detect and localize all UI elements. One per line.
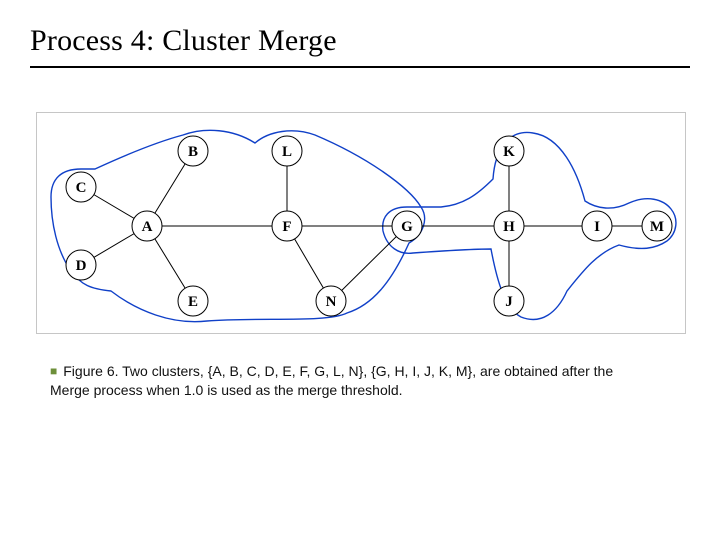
node-label-J: J: [505, 294, 513, 310]
node-label-N: N: [326, 294, 337, 310]
figure-caption: ■Figure 6. Two clusters, {A, B, C, D, E,…: [50, 362, 650, 400]
title-underline: [30, 66, 690, 68]
node-label-G: G: [401, 219, 413, 235]
node-label-E: E: [188, 294, 198, 310]
node-label-M: M: [650, 219, 664, 235]
node-label-B: B: [188, 144, 198, 160]
edge-G-N: [331, 226, 407, 301]
node-label-L: L: [282, 144, 292, 160]
node-label-H: H: [503, 219, 515, 235]
figure: A B C D E F L N G H K J I M: [36, 112, 686, 334]
slide-title: Process 4: Cluster Merge: [30, 24, 337, 57]
cluster-graph: A B C D E F L N G H K J I M: [37, 113, 685, 333]
node-label-D: D: [76, 258, 87, 274]
node-label-I: I: [594, 219, 600, 235]
caption-bullet-icon: ■: [50, 364, 57, 378]
node-label-C: C: [76, 180, 87, 196]
caption-text: Figure 6. Two clusters, {A, B, C, D, E, …: [50, 363, 613, 398]
title-row: Process 4: Cluster Merge: [30, 24, 690, 57]
node-label-F: F: [282, 219, 291, 235]
node-label-A: A: [142, 219, 153, 235]
slide: Process 4: Cluster Merge ABCDEFLNGHKJIM …: [0, 0, 720, 540]
node-label-K: K: [503, 144, 515, 160]
